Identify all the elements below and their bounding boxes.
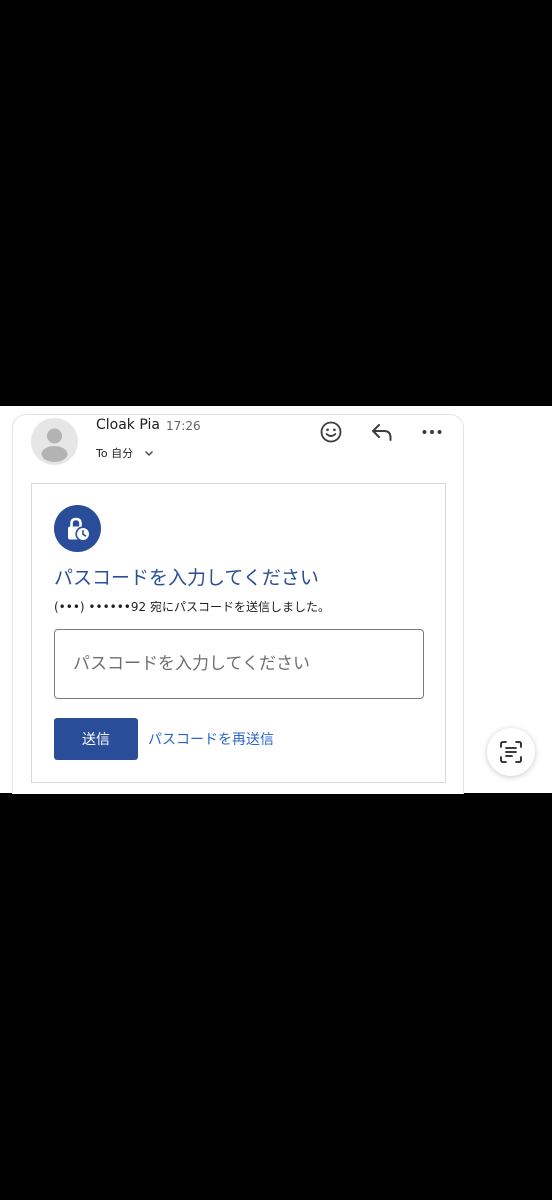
smiley-icon bbox=[320, 421, 342, 443]
person-silhouette-icon bbox=[41, 428, 68, 462]
text-scan-button[interactable] bbox=[487, 728, 535, 776]
passcode-sent-note: (•••) ••••••92 宛にパスコードを送信しました。 bbox=[54, 600, 330, 614]
screen: Cloak Pia 17:26 To 自分 パスコードを入力してください (••… bbox=[0, 0, 552, 1200]
lock-clock-badge bbox=[54, 505, 101, 552]
resend-passcode-link[interactable]: パスコードを再送信 bbox=[148, 729, 274, 749]
passcode-heading: パスコードを入力してください bbox=[54, 567, 319, 589]
reply-button[interactable] bbox=[369, 419, 395, 445]
add-reaction-button[interactable] bbox=[318, 419, 344, 445]
passcode-input[interactable] bbox=[54, 629, 424, 699]
submit-button[interactable]: 送信 bbox=[54, 718, 138, 760]
more-horizontal-icon bbox=[422, 430, 442, 434]
sender-name: Cloak Pia bbox=[96, 417, 160, 433]
sent-time: 17:26 bbox=[166, 419, 201, 433]
chevron-down-icon bbox=[145, 451, 154, 456]
recipient-label: To 自分 bbox=[96, 447, 134, 460]
reply-arrow-icon bbox=[372, 424, 392, 441]
recipient-details-toggle[interactable]: To 自分 bbox=[96, 445, 155, 461]
sender-avatar[interactable] bbox=[31, 418, 78, 465]
lock-clock-icon bbox=[68, 517, 91, 542]
text-scan-icon bbox=[500, 741, 522, 763]
more-options-button[interactable] bbox=[419, 419, 445, 445]
